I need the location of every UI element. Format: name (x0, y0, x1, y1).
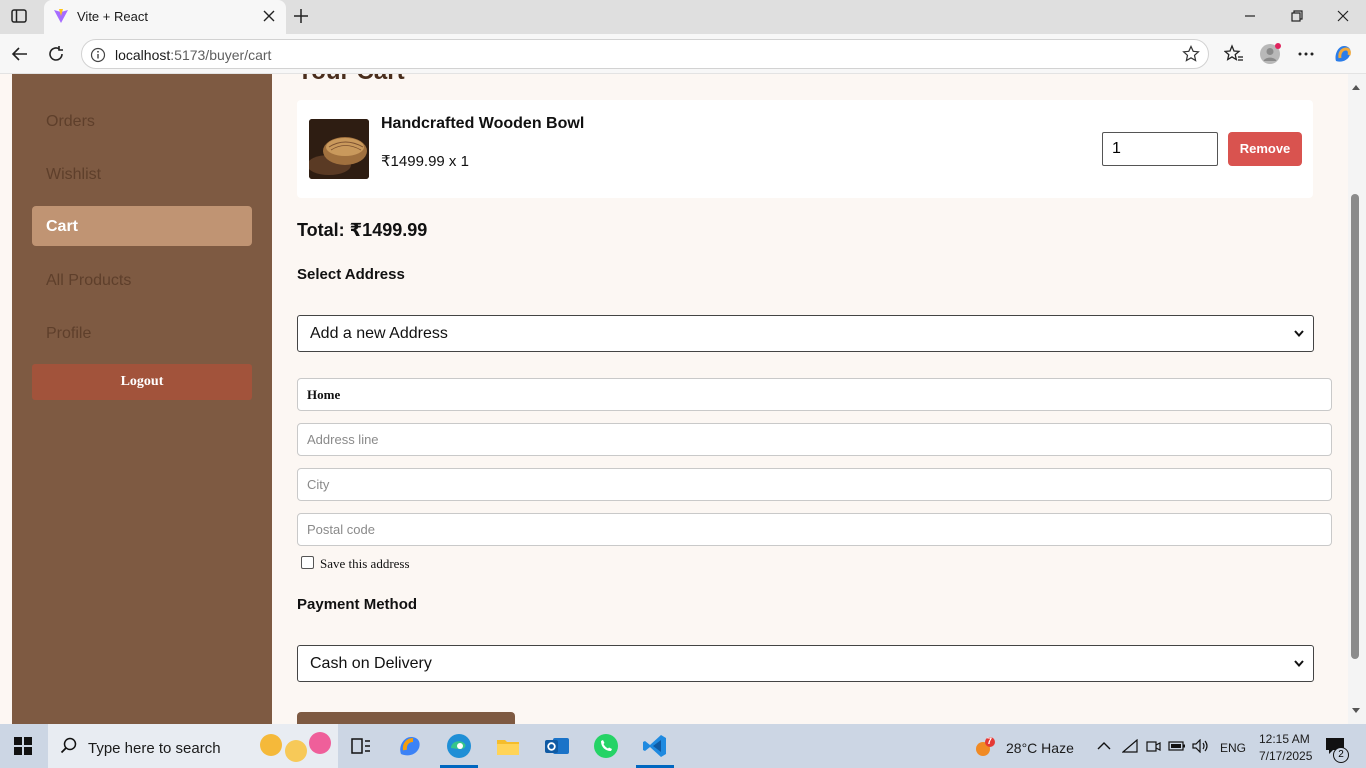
tab-title: Vite + React (77, 9, 148, 24)
notification-count: 2 (1333, 747, 1349, 763)
chevron-down-icon (1294, 660, 1304, 668)
sidebar-item-all-products[interactable]: All Products (32, 260, 252, 300)
file-explorer-icon[interactable] (494, 732, 522, 760)
logout-button[interactable]: Logout (32, 364, 252, 400)
search-placeholder: Type here to search (88, 740, 221, 757)
sidebar-item-cart[interactable]: Cart (32, 206, 252, 246)
favorite-star-icon[interactable] (1182, 45, 1200, 63)
volume-icon[interactable] (1192, 739, 1210, 753)
browser-tab[interactable]: Vite + React (44, 0, 286, 34)
clock-time[interactable]: 12:15 AM (1259, 732, 1310, 746)
emoji-smile-icon (285, 740, 307, 762)
network-icon[interactable] (1122, 739, 1138, 753)
minimize-icon[interactable] (1242, 8, 1258, 24)
address-bar[interactable]: localhost:5173/buyer/cart (81, 39, 1209, 69)
task-view-icon[interactable] (347, 732, 375, 760)
profile-avatar-icon[interactable] (1259, 43, 1281, 65)
address-select[interactable]: Add a new Address (297, 315, 1314, 352)
quantity-input[interactable] (1102, 132, 1218, 166)
restore-icon[interactable] (1289, 8, 1305, 24)
emoji-heart-eyes-icon (309, 732, 331, 754)
browser-toolbar: localhost:5173/buyer/cart (0, 34, 1366, 74)
city-placeholder: City (307, 477, 330, 492)
address-select-value: Add a new Address (310, 325, 448, 342)
taskbar: Type here to search 7 28°C Haze ENG 12:1… (0, 724, 1366, 768)
chevron-up-icon[interactable] (1097, 741, 1111, 751)
sidebar: Orders Wishlist Cart All Products Profil… (12, 74, 272, 724)
weather-badge: 7 (987, 736, 993, 746)
url-text: localhost:5173/buyer/cart (115, 47, 272, 63)
new-tab-icon[interactable] (292, 7, 310, 25)
page-title: Your Cart (297, 74, 405, 86)
taskbar-search[interactable]: Type here to search (48, 724, 338, 768)
favorites-icon[interactable] (1224, 44, 1244, 64)
vite-logo-icon (54, 9, 68, 23)
emoji-laugh-icon (260, 734, 282, 756)
close-tab-icon[interactable] (262, 9, 276, 23)
select-address-label: Select Address (297, 266, 405, 283)
battery-icon[interactable] (1168, 740, 1186, 752)
search-icon (60, 737, 77, 754)
postal-code-field[interactable]: Postal code (297, 513, 1332, 546)
save-address-checkbox[interactable] (301, 556, 314, 569)
address-line-placeholder: Address line (307, 432, 379, 447)
save-address-row: Save this address (301, 556, 410, 572)
meet-now-icon[interactable] (1145, 739, 1161, 753)
weather-text[interactable]: 28°C Haze (1006, 740, 1074, 756)
windows-start-icon[interactable] (14, 737, 32, 755)
cart-content: Your Cart Handcrafted Wooden Bowl ₹1499.… (272, 74, 1348, 724)
clock-date[interactable]: 7/17/2025 (1259, 749, 1312, 763)
tab-strip: Vite + React (0, 0, 1366, 34)
chevron-down-icon (1294, 330, 1304, 338)
payment-select-value: Cash on Delivery (310, 655, 432, 672)
product-name: Handcrafted Wooden Bowl (381, 115, 585, 132)
page-margin (0, 74, 12, 724)
product-image (309, 119, 369, 179)
page-viewport: Orders Wishlist Cart All Products Profil… (0, 74, 1366, 724)
scroll-down-icon[interactable] (1351, 707, 1361, 715)
site-info-icon[interactable] (90, 47, 106, 63)
tab-actions-icon[interactable] (10, 7, 28, 25)
payment-method-label: Payment Method (297, 596, 418, 613)
sidebar-item-profile[interactable]: Profile (32, 313, 252, 353)
vscode-icon[interactable] (641, 732, 669, 760)
edge-browser-icon[interactable] (445, 732, 473, 760)
sidebar-item-wishlist[interactable]: Wishlist (32, 154, 252, 194)
address-line-field[interactable]: Address line (297, 423, 1332, 456)
refresh-icon[interactable] (46, 44, 66, 64)
payment-select[interactable]: Cash on Delivery (297, 645, 1314, 682)
save-address-label: Save this address (320, 556, 410, 571)
outlook-icon[interactable] (543, 732, 571, 760)
wooden-bowl-image (309, 119, 369, 179)
cart-total: Total: ₹1499.99 (297, 220, 428, 240)
remove-button[interactable]: Remove (1228, 132, 1302, 166)
whatsapp-icon[interactable] (592, 732, 620, 760)
language-indicator[interactable]: ENG (1220, 741, 1246, 755)
copilot-icon[interactable] (1332, 43, 1354, 65)
product-price: ₹1499.99 x 1 (381, 153, 469, 170)
sidebar-item-orders[interactable]: Orders (32, 101, 252, 141)
back-arrow-icon[interactable] (10, 44, 30, 64)
cart-item: Handcrafted Wooden Bowl ₹1499.99 x 1 Rem… (297, 100, 1313, 198)
scroll-up-icon[interactable] (1351, 83, 1361, 91)
city-field[interactable]: City (297, 468, 1332, 501)
address-label-field[interactable]: Home (297, 378, 1332, 411)
more-options-icon[interactable] (1296, 44, 1316, 64)
copilot-app-icon[interactable] (396, 732, 424, 760)
close-window-icon[interactable] (1335, 8, 1351, 24)
scrollbar-thumb[interactable] (1351, 194, 1359, 659)
place-order-button[interactable] (297, 712, 515, 724)
postal-code-placeholder: Postal code (307, 522, 375, 537)
